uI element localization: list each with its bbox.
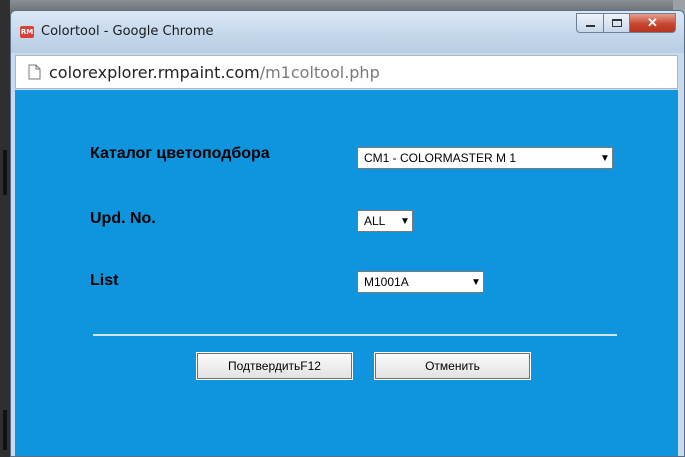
chevron-down-icon: ▼ xyxy=(471,276,481,288)
minimize-button[interactable] xyxy=(576,13,604,33)
url-host: colorexplorer.rmpaint.com xyxy=(49,63,260,82)
minimize-icon xyxy=(585,25,595,27)
divider xyxy=(93,334,617,336)
list-label: List xyxy=(90,272,119,289)
app-icon: RM xyxy=(20,26,34,38)
catalog-select[interactable]: CM1 - COLORMASTER M 1 ▼ xyxy=(357,147,613,169)
update-select[interactable]: ALL ▼ xyxy=(357,210,413,232)
page-icon xyxy=(28,64,41,80)
maximize-button[interactable] xyxy=(604,13,630,33)
chevron-down-icon: ▼ xyxy=(400,215,410,227)
window-controls: ✕ xyxy=(576,13,676,33)
close-icon: ✕ xyxy=(647,15,658,30)
url-path: /m1coltool.php xyxy=(259,63,380,82)
chevron-down-icon: ▼ xyxy=(600,152,610,164)
window-title: Colortool - Google Chrome xyxy=(41,24,214,39)
url-text: colorexplorer.rmpaint.com/m1coltool.php xyxy=(49,63,380,82)
confirm-button[interactable]: ПодтвердитьF12 xyxy=(196,352,353,380)
maximize-icon xyxy=(611,19,622,27)
background-desktop-left xyxy=(0,0,10,457)
catalog-label: Каталог цветоподбора xyxy=(90,145,270,162)
list-select[interactable]: M1001A ▼ xyxy=(357,271,484,293)
title-bar[interactable]: RM Colortool - Google Chrome ✕ xyxy=(11,11,684,53)
address-bar[interactable]: colorexplorer.rmpaint.com/m1coltool.php xyxy=(15,55,678,89)
page-content: Каталог цветоподбора CM1 - COLORMASTER M… xyxy=(15,90,678,456)
close-button[interactable]: ✕ xyxy=(630,13,676,33)
chrome-popup-window: RM Colortool - Google Chrome ✕ colorexpl… xyxy=(10,10,685,457)
update-label: Upd. No. xyxy=(90,210,156,227)
cancel-button[interactable]: Отменить xyxy=(374,352,531,380)
update-select-value: ALL xyxy=(364,214,386,228)
list-select-value: M1001A xyxy=(364,275,409,289)
catalog-select-value: CM1 - COLORMASTER M 1 xyxy=(364,151,517,165)
